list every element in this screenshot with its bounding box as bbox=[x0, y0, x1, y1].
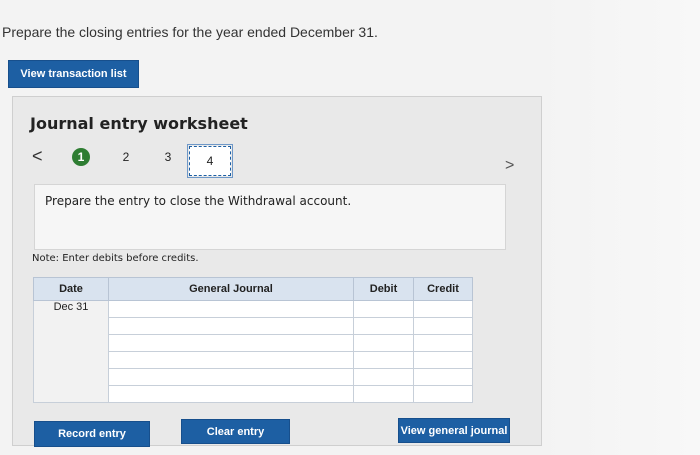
record-entry-button[interactable]: Record entry bbox=[34, 421, 150, 447]
previous-step-icon[interactable]: < bbox=[32, 146, 43, 167]
date-cell: Dec 31 bbox=[33, 300, 109, 403]
screen-glare bbox=[540, 0, 700, 455]
instruction-text: Prepare the closing entries for the year… bbox=[2, 24, 378, 40]
debit-input[interactable] bbox=[353, 351, 414, 369]
journal-header-row: Date General Journal Debit Credit bbox=[33, 277, 473, 301]
debit-input[interactable] bbox=[353, 300, 414, 318]
credit-input[interactable] bbox=[413, 351, 473, 369]
view-general-journal-button[interactable]: View general journal bbox=[398, 418, 510, 443]
journal-table: Date General Journal Debit Credit Dec 31 bbox=[33, 277, 473, 403]
credit-input[interactable] bbox=[413, 334, 473, 352]
worksheet-title: Journal entry worksheet bbox=[30, 114, 248, 133]
account-input[interactable] bbox=[108, 351, 354, 369]
prompt-box: Prepare the entry to close the Withdrawa… bbox=[34, 184, 506, 250]
debit-input[interactable] bbox=[353, 317, 414, 335]
note-text: Note: Enter debits before credits. bbox=[32, 253, 199, 264]
account-input[interactable] bbox=[108, 300, 354, 318]
step-4[interactable]: 4 bbox=[187, 144, 233, 178]
step-3[interactable]: 3 bbox=[159, 148, 177, 166]
table-row: Dec 31 bbox=[33, 300, 473, 403]
credit-input[interactable] bbox=[413, 368, 473, 386]
credit-input[interactable] bbox=[413, 317, 473, 335]
step-1[interactable]: 1 bbox=[72, 148, 90, 166]
step-2[interactable]: 2 bbox=[117, 148, 135, 166]
account-input[interactable] bbox=[108, 334, 354, 352]
account-input[interactable] bbox=[108, 385, 354, 403]
next-step-icon[interactable]: > bbox=[505, 157, 514, 175]
debit-input[interactable] bbox=[353, 334, 414, 352]
date-header: Date bbox=[33, 277, 109, 301]
credit-input[interactable] bbox=[413, 300, 473, 318]
clear-entry-button[interactable]: Clear entry bbox=[181, 419, 290, 444]
credit-input[interactable] bbox=[413, 385, 473, 403]
debit-input[interactable] bbox=[353, 368, 414, 386]
account-input[interactable] bbox=[108, 317, 354, 335]
account-input[interactable] bbox=[108, 368, 354, 386]
general-journal-header: General Journal bbox=[108, 277, 354, 301]
debit-input[interactable] bbox=[353, 385, 414, 403]
debit-header: Debit bbox=[353, 277, 414, 301]
view-transaction-list-button[interactable]: View transaction list bbox=[8, 60, 139, 88]
prompt-text: Prepare the entry to close the Withdrawa… bbox=[45, 194, 352, 208]
credit-header: Credit bbox=[413, 277, 473, 301]
